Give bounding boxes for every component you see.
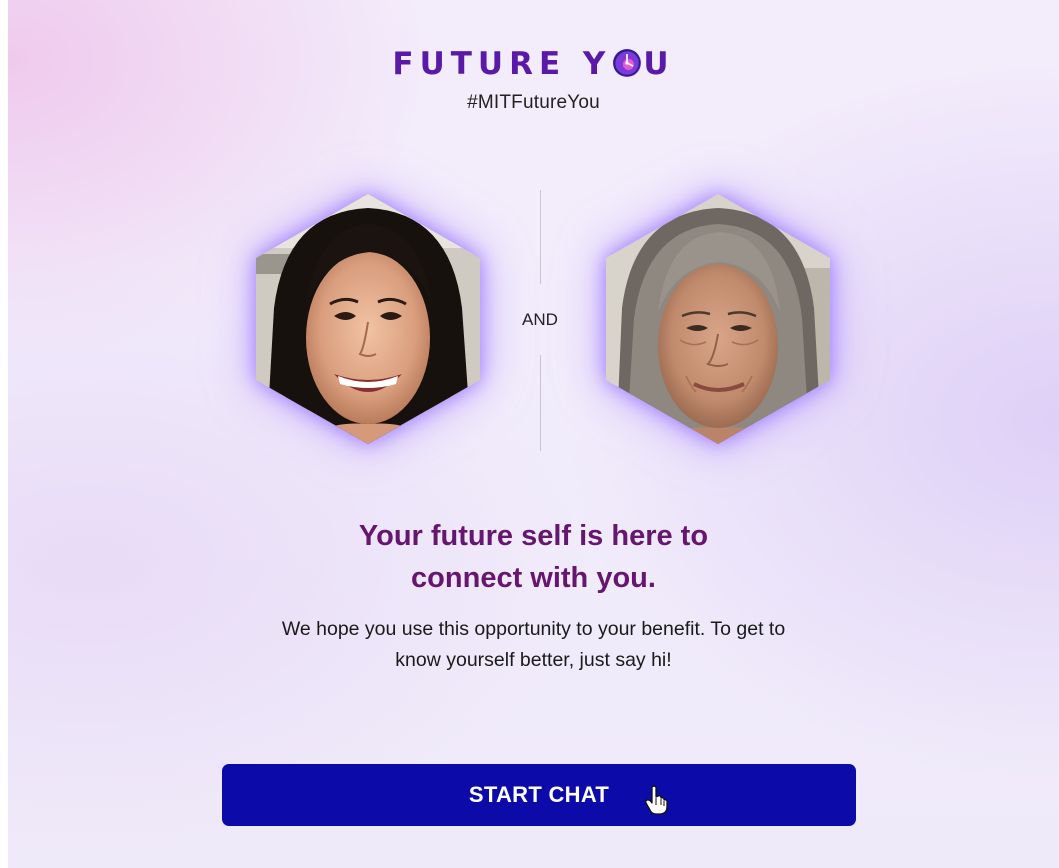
divider-bottom xyxy=(540,355,541,451)
current-self-portrait xyxy=(246,188,490,450)
intro-text-line-1: We hope you use this opportunity to your… xyxy=(281,618,786,640)
headline-line-2: connect with you. xyxy=(411,562,656,594)
future-you-logo: FUTURE Y U xyxy=(8,46,1059,82)
headline: Your future self is here to connect with… xyxy=(8,515,1059,599)
divider-top xyxy=(540,190,541,284)
hashtag: #MITFutureYou xyxy=(467,92,600,113)
start-chat-button[interactable]: START CHAT xyxy=(222,764,856,826)
headline-line-1: Your future self is here to xyxy=(358,520,709,552)
logo-text-start: FUTURE Y xyxy=(392,46,612,82)
hand-pointer-icon xyxy=(645,785,669,815)
future-self-portrait xyxy=(596,188,840,450)
intro-text-line-2: know yourself better, just say hi! xyxy=(395,649,672,671)
and-label: AND xyxy=(522,310,558,329)
clock-globe-icon xyxy=(613,49,642,77)
page-background: FUTURE Y U #MITFutureYou AND Your future … xyxy=(8,0,1059,868)
logo-text-end: U xyxy=(643,46,675,82)
intro-text: We hope you use this opportunity to your… xyxy=(8,614,1059,676)
